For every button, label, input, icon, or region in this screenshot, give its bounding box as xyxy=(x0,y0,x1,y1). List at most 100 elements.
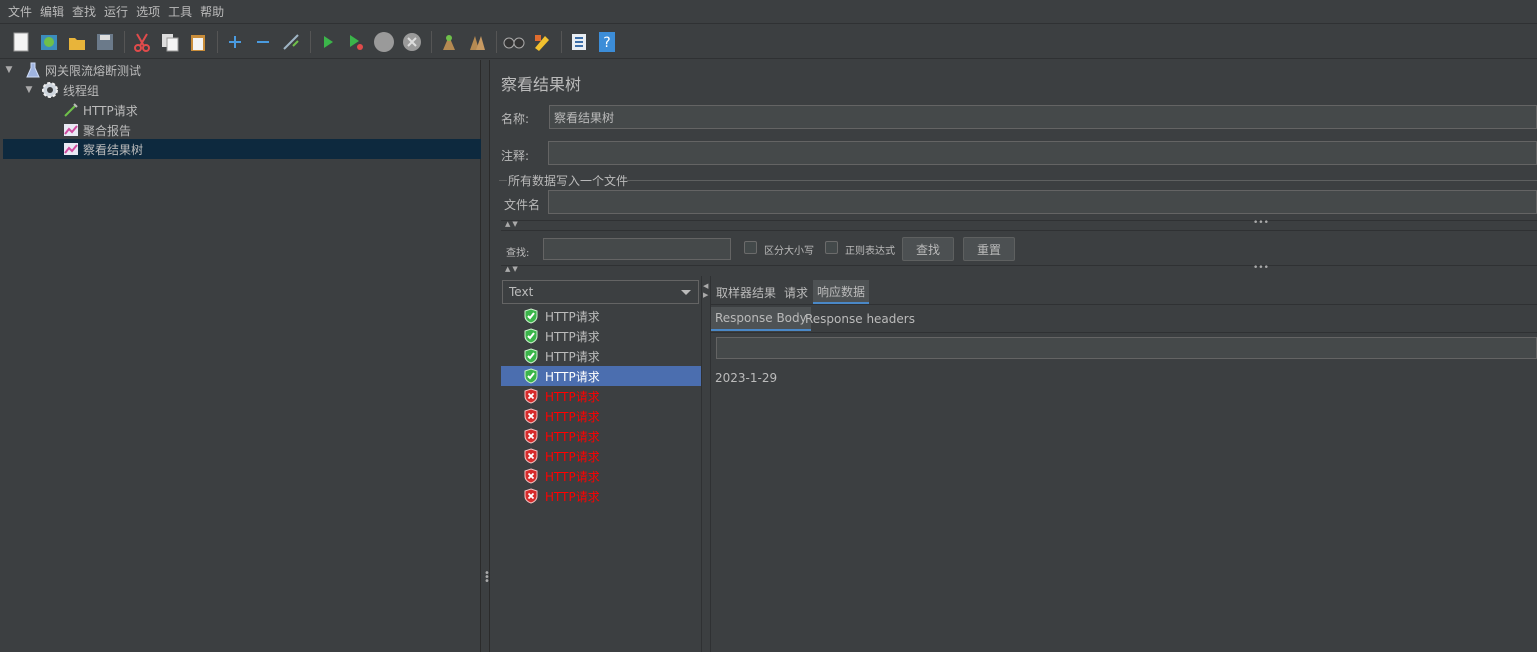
reset-button[interactable]: 重置 xyxy=(963,237,1015,261)
page-title: 察看结果树 xyxy=(501,75,582,94)
drag-handle-icon[interactable]: ••• xyxy=(1253,218,1269,228)
result-label: HTTP请求 xyxy=(545,469,600,484)
view-results-tree-panel: 察看结果树 名称: 察看结果树 注释: 所有数据写入一个文件 文件名 ▲▼ ••… xyxy=(491,60,1537,652)
error-shield-icon xyxy=(523,468,539,484)
list-item[interactable]: HTTP请求 xyxy=(501,446,701,466)
tree-item-aggregate-report[interactable]: 聚合报告 xyxy=(63,120,481,140)
tree-item-thread-group[interactable]: ▼ 线程组 xyxy=(23,80,481,100)
menu-options[interactable]: 选项 xyxy=(132,0,164,24)
expand-icon[interactable] xyxy=(222,29,248,55)
menu-edit[interactable]: 编辑 xyxy=(36,0,68,24)
test-plan-icon xyxy=(25,62,41,78)
paste-icon[interactable] xyxy=(185,29,211,55)
chevron-down-icon[interactable]: ▼ xyxy=(23,85,35,95)
search-icon[interactable] xyxy=(501,29,527,55)
thread-group-icon xyxy=(41,81,59,99)
open-icon[interactable] xyxy=(64,29,90,55)
copy-icon[interactable] xyxy=(157,29,183,55)
result-label: HTTP请求 xyxy=(545,489,600,504)
collapse-arrows-icon[interactable]: ◀ ▶ xyxy=(703,282,708,300)
tab-request[interactable]: 请求 xyxy=(780,280,812,304)
templates-icon[interactable] xyxy=(36,29,62,55)
comment-field[interactable] xyxy=(548,141,1537,165)
svg-text:?: ? xyxy=(603,35,610,51)
toggle-icon[interactable] xyxy=(278,29,304,55)
list-item[interactable]: HTTP请求 xyxy=(501,466,701,486)
filename-field[interactable] xyxy=(548,190,1537,214)
drag-handle-icon[interactable]: ••• xyxy=(1253,263,1269,273)
splitter-bar[interactable]: ▲▼ ••• xyxy=(491,263,1537,276)
tab-sampler-result[interactable]: 取样器结果 xyxy=(712,280,780,304)
divider xyxy=(711,332,1537,333)
case-sensitive-label: 区分大小写 xyxy=(764,246,814,257)
chevron-down-icon xyxy=(681,290,691,295)
list-item[interactable]: HTTP请求 xyxy=(501,386,701,406)
error-shield-icon xyxy=(523,428,539,444)
toolbar-separator xyxy=(124,30,125,53)
tab-response-headers[interactable]: Response headers xyxy=(801,307,919,331)
menu-search[interactable]: 查找 xyxy=(68,0,100,24)
filename-label: 文件名 xyxy=(504,198,541,212)
find-button[interactable]: 查找 xyxy=(902,237,954,261)
list-item[interactable]: HTTP请求 xyxy=(501,366,701,386)
list-item[interactable]: HTTP请求 xyxy=(501,326,701,346)
clear-icon[interactable] xyxy=(436,29,462,55)
clear-all-icon[interactable] xyxy=(464,29,490,55)
regex-label: 正则表达式 xyxy=(845,246,895,257)
drag-handle-icon[interactable]: ••• xyxy=(484,569,490,587)
list-item[interactable]: HTTP请求 xyxy=(501,486,701,506)
success-shield-icon xyxy=(523,348,539,364)
menu-file[interactable]: 文件 xyxy=(4,0,36,24)
tab-response-data[interactable]: 响应数据 xyxy=(813,280,870,304)
collapse-arrows-icon[interactable]: ▲▼ xyxy=(505,265,520,273)
result-label: HTTP请求 xyxy=(545,429,600,444)
list-item[interactable]: HTTP请求 xyxy=(501,406,701,426)
reset-search-icon[interactable] xyxy=(529,29,555,55)
success-shield-icon xyxy=(523,308,539,324)
search-input[interactable] xyxy=(543,238,731,260)
start-icon[interactable] xyxy=(315,29,341,55)
search-label: 查找: xyxy=(506,248,530,259)
stop-icon[interactable] xyxy=(371,29,397,55)
divider xyxy=(501,265,1537,266)
panel-splitter[interactable]: • • • xyxy=(482,60,490,652)
cut-icon[interactable] xyxy=(129,29,155,55)
result-label: HTTP请求 xyxy=(545,369,600,384)
result-label: HTTP请求 xyxy=(545,329,600,344)
tree-item-view-results-tree[interactable]: 察看结果树 xyxy=(3,139,481,159)
case-sensitive-checkbox[interactable] xyxy=(744,241,757,254)
list-item[interactable]: HTTP请求 xyxy=(501,426,701,446)
menu-tools[interactable]: 工具 xyxy=(164,0,196,24)
new-icon[interactable] xyxy=(8,29,34,55)
renderer-select[interactable]: Text xyxy=(502,280,699,304)
tree-item-label: 网关限流熔断测试 xyxy=(45,63,142,78)
error-shield-icon xyxy=(523,388,539,404)
menu-run[interactable]: 运行 xyxy=(100,0,132,24)
list-item[interactable]: HTTP请求 xyxy=(501,346,701,366)
menu-help[interactable]: 帮助 xyxy=(196,0,228,24)
toolbar-separator xyxy=(217,30,218,53)
file-group-title: 所有数据写入一个文件 xyxy=(508,174,629,188)
group-border xyxy=(627,180,1537,181)
regex-checkbox[interactable] xyxy=(825,241,838,254)
collapse-icon[interactable] xyxy=(250,29,276,55)
success-shield-icon xyxy=(523,368,539,384)
collapse-arrows-icon[interactable]: ▲▼ xyxy=(505,220,520,228)
http-sampler-icon xyxy=(63,102,79,118)
list-item[interactable]: HTTP请求 xyxy=(501,306,701,326)
save-icon[interactable] xyxy=(92,29,118,55)
tree-item-test-plan[interactable]: ▼ 网关限流熔断测试 xyxy=(3,60,481,80)
shutdown-icon[interactable] xyxy=(399,29,425,55)
error-shield-icon xyxy=(523,488,539,504)
tree-item-label: 聚合报告 xyxy=(83,123,132,138)
chevron-down-icon[interactable]: ▼ xyxy=(3,65,15,75)
start-no-pause-icon[interactable] xyxy=(343,29,369,55)
name-field[interactable]: 察看结果树 xyxy=(549,105,1537,129)
response-search-field[interactable] xyxy=(716,337,1537,359)
help-icon[interactable]: ? xyxy=(594,29,620,55)
tree-item-label: 察看结果树 xyxy=(83,142,144,157)
tree-item-http-sampler[interactable]: HTTP请求 xyxy=(63,100,481,120)
divider xyxy=(711,304,1537,305)
function-helper-icon[interactable] xyxy=(566,29,592,55)
tab-response-body[interactable]: Response Body xyxy=(711,307,811,331)
